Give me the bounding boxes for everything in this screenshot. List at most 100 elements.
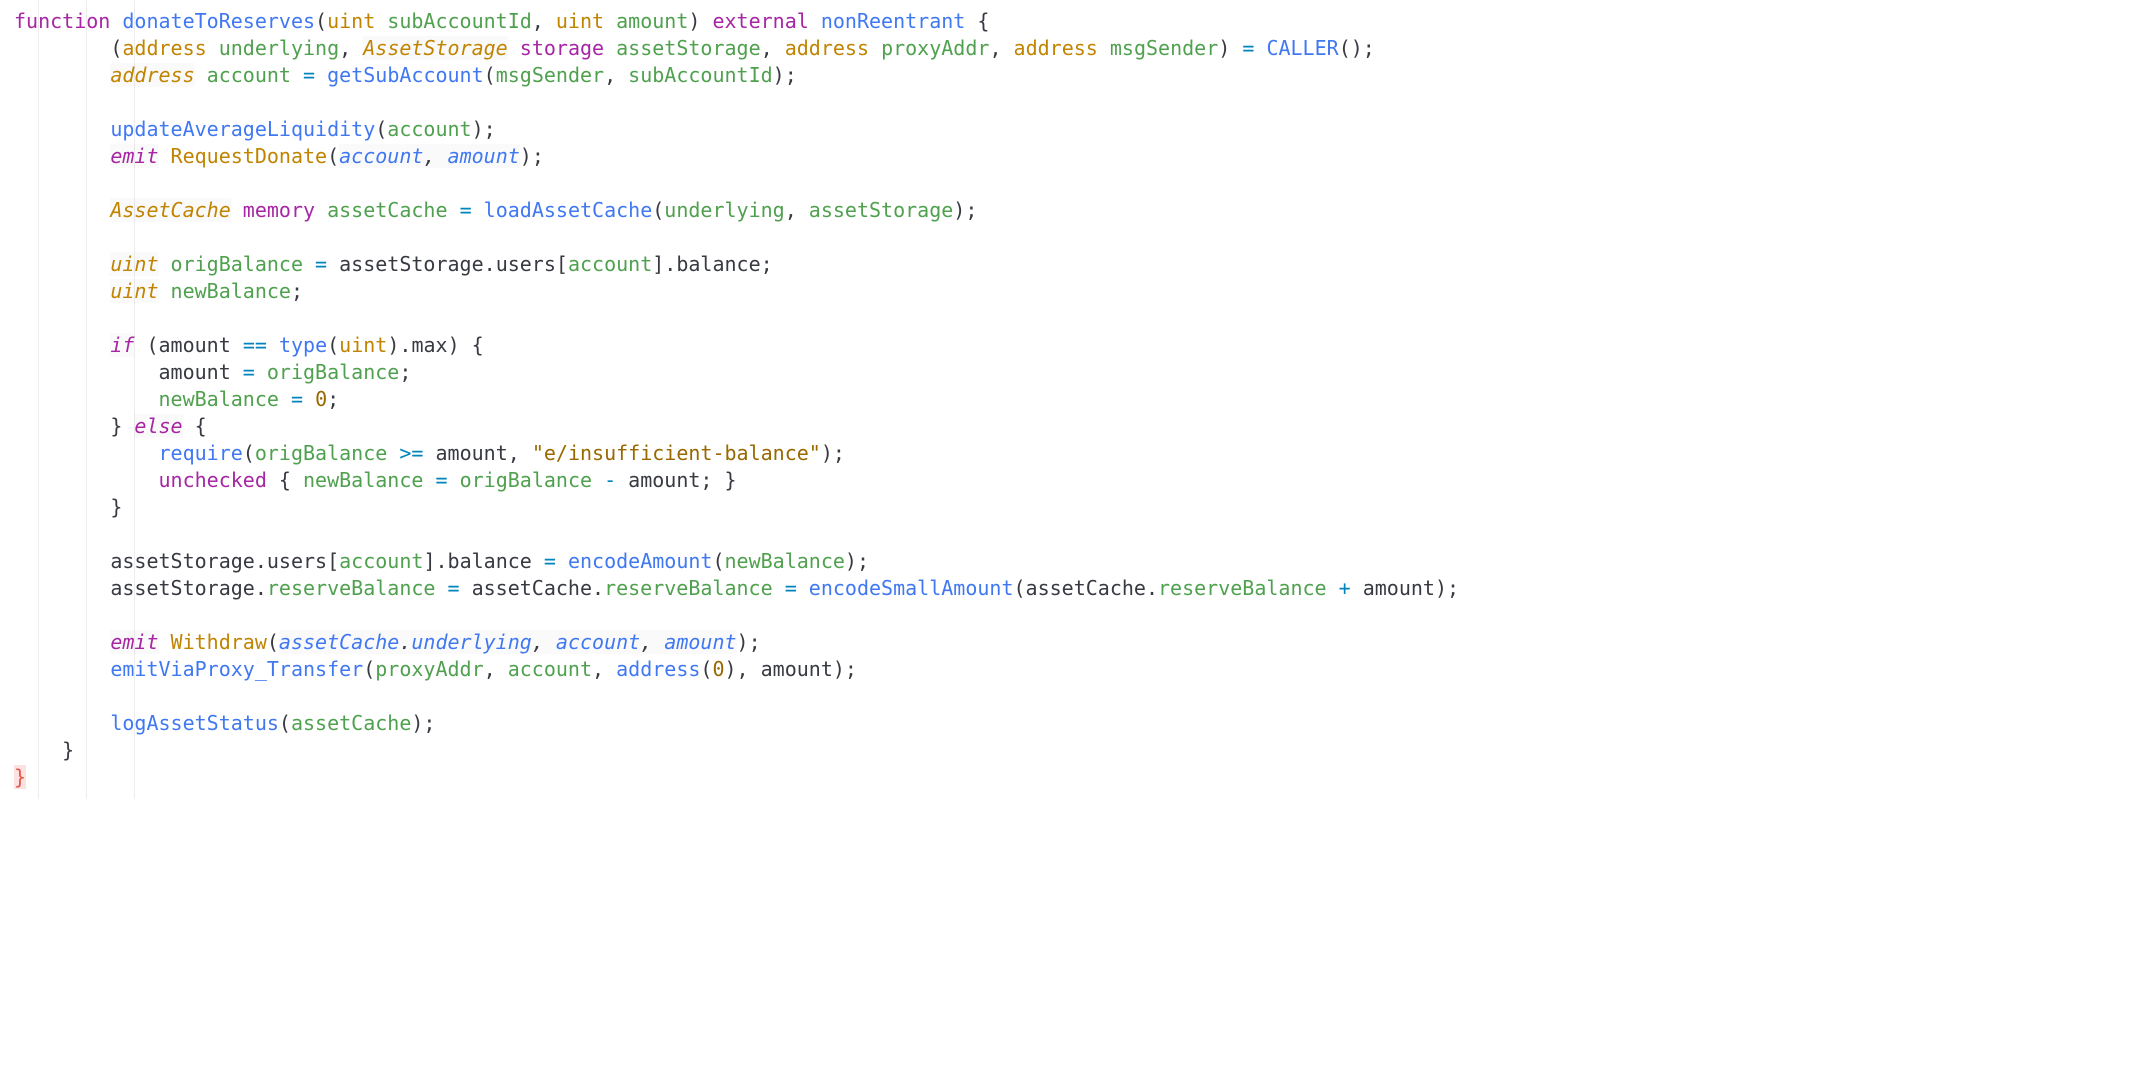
code-token: ) { xyxy=(448,333,484,357)
code-token: , xyxy=(339,36,363,60)
code-token: ( xyxy=(267,630,279,654)
code-token: . xyxy=(399,333,411,357)
code-token: logAssetStatus xyxy=(110,711,279,735)
code-token xyxy=(279,387,291,411)
code-line: emit Withdraw(assetCache.underlying, acc… xyxy=(14,629,2132,656)
code-token xyxy=(159,144,171,168)
code-token: assetCache xyxy=(279,630,399,654)
code-token: assetCache xyxy=(291,711,411,735)
indent-guide xyxy=(38,0,39,799)
code-token: , xyxy=(989,36,1013,60)
code-token: address xyxy=(1014,36,1098,60)
code-token: newBalance xyxy=(725,549,845,573)
code-token: uint xyxy=(339,333,387,357)
indent-guide xyxy=(134,0,135,799)
code-token: external xyxy=(712,9,808,33)
code-token: balance xyxy=(448,549,544,573)
code-token: ( xyxy=(243,441,255,465)
code-token: AssetStorage xyxy=(363,36,508,60)
code-token: ] xyxy=(423,549,435,573)
code-token: , xyxy=(532,630,556,654)
code-token: = xyxy=(303,63,315,87)
code-token: origBalance xyxy=(267,360,399,384)
code-token: encodeSmallAmount xyxy=(809,576,1014,600)
code-token: ( xyxy=(363,657,375,681)
code-token xyxy=(303,387,315,411)
code-line xyxy=(14,683,2132,710)
code-token: , xyxy=(640,630,664,654)
code-line xyxy=(14,89,2132,116)
code-token: newBalance xyxy=(171,279,291,303)
code-token: balance xyxy=(676,252,760,276)
code-token: . xyxy=(484,252,496,276)
code-token: = xyxy=(243,360,255,384)
code-token: emitViaProxy_Transfer xyxy=(110,657,363,681)
code-token: encodeAmount xyxy=(568,549,713,573)
code-token xyxy=(387,441,399,465)
code-token: = xyxy=(785,576,797,600)
code-token: proxyAddr xyxy=(881,36,989,60)
code-token: ( xyxy=(327,333,339,357)
code-token: assetCache xyxy=(327,198,447,222)
code-token: address xyxy=(785,36,869,60)
code-token: account xyxy=(568,252,652,276)
code-line: assetStorage.reserveBalance = assetCache… xyxy=(14,575,2132,602)
code-token: account xyxy=(339,549,423,573)
code-token: { xyxy=(279,468,303,492)
code-token: assetCache xyxy=(472,576,592,600)
code-token xyxy=(231,198,243,222)
code-token xyxy=(1098,36,1110,60)
code-token xyxy=(423,468,435,492)
code-token xyxy=(472,198,484,222)
code-token: users xyxy=(496,252,556,276)
code-token: ( xyxy=(279,711,291,735)
code-token: account xyxy=(339,144,423,168)
code-token: uint xyxy=(556,9,604,33)
code-token: unchecked xyxy=(159,468,267,492)
code-token: . xyxy=(255,549,267,573)
code-token: users xyxy=(267,549,327,573)
code-token: newBalance xyxy=(303,468,423,492)
code-token xyxy=(435,576,447,600)
code-token: ), xyxy=(725,657,761,681)
code-line: address account = getSubAccount(msgSende… xyxy=(14,62,2132,89)
code-token: } xyxy=(110,414,134,438)
code-line: amount = origBalance; xyxy=(14,359,2132,386)
code-token: reserveBalance xyxy=(604,576,773,600)
code-token: ); xyxy=(773,63,797,87)
code-token: , xyxy=(604,63,628,87)
code-token: assetStorage xyxy=(110,576,255,600)
code-token: updateAverageLiquidity xyxy=(110,117,375,141)
code-token xyxy=(207,36,219,60)
code-line: emit RequestDonate(account, amount); xyxy=(14,143,2132,170)
code-token: = xyxy=(544,549,556,573)
code-token: [ xyxy=(327,549,339,573)
code-line: function donateToReserves(uint subAccoun… xyxy=(14,8,2132,35)
code-token: ) xyxy=(688,9,712,33)
code-token: = xyxy=(448,576,460,600)
code-token: - xyxy=(604,468,616,492)
code-token: } xyxy=(62,738,74,762)
code-token: loadAssetCache xyxy=(484,198,653,222)
code-token: getSubAccount xyxy=(327,63,484,87)
code-token: ); xyxy=(1435,576,1459,600)
code-token: , xyxy=(423,144,447,168)
code-token xyxy=(327,252,339,276)
code-token: account xyxy=(387,117,471,141)
code-token: ; xyxy=(399,360,411,384)
code-token xyxy=(773,576,785,600)
code-token xyxy=(508,36,520,60)
code-token: = xyxy=(291,387,303,411)
code-token xyxy=(255,360,267,384)
code-token: ( xyxy=(375,117,387,141)
code-token: , xyxy=(761,36,785,60)
code-token: ( xyxy=(1013,576,1025,600)
code-token: AssetCache xyxy=(110,198,230,222)
code-token: ); xyxy=(953,198,977,222)
code-token: max xyxy=(411,333,447,357)
code-token: uint xyxy=(327,9,375,33)
code-token xyxy=(1254,36,1266,60)
code-token: storage xyxy=(520,36,604,60)
code-token: assetStorage xyxy=(809,198,954,222)
code-token: subAccountId xyxy=(387,9,532,33)
